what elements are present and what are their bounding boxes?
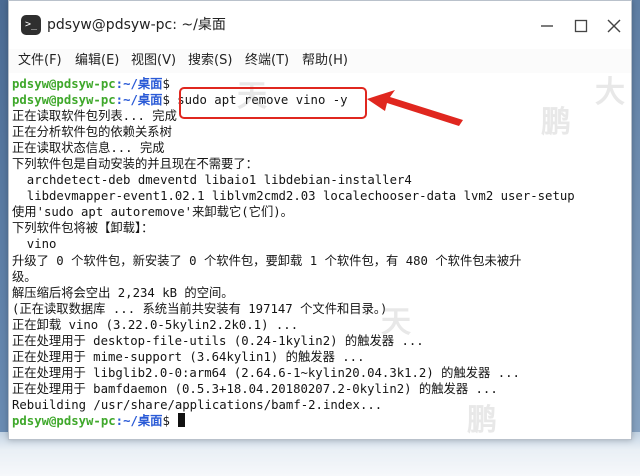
menu-help[interactable]: 帮助(H) xyxy=(302,52,348,70)
terminal-output-line: 正在处理用于 mime-support (3.64kylin1) 的触发器 ..… xyxy=(12,349,365,364)
prompt-user: pdsyw@pdsyw-pc xyxy=(12,413,116,428)
terminal-output-line: 正在处理用于 bamfdaemon (0.5.3+18.04.20180207.… xyxy=(12,381,498,396)
close-icon xyxy=(607,19,621,33)
prompt-path: ~/桌面 xyxy=(123,413,163,428)
terminal-output-line: 下列软件包将被【卸载】： xyxy=(12,221,154,236)
maximize-icon xyxy=(574,19,588,33)
terminal-output-line: 解压缩后将会空出 2,234 kB 的空间。 xyxy=(12,285,234,300)
terminal-output-line: 正在分析软件包的依赖关系树 xyxy=(12,125,172,140)
menu-search[interactable]: 搜索(S) xyxy=(188,52,232,70)
minimize-icon xyxy=(541,25,553,27)
prompt-separator: : xyxy=(115,413,124,428)
terminal-cursor xyxy=(178,412,186,427)
menu-file[interactable]: 文件(F) xyxy=(18,52,62,70)
annotation-arrow-icon xyxy=(367,90,463,126)
prompt-user: pdsyw@pdsyw-pc xyxy=(12,93,116,108)
terminal-output-line: Rebuilding /usr/share/applications/bamf-… xyxy=(12,397,383,412)
terminal-output-line: 升级了 0 个软件包，新安装了 0 个软件包，要卸载 1 个软件包，有 480 … xyxy=(12,253,522,268)
desktop-background-right xyxy=(632,0,640,476)
watermark-char: 大 xyxy=(595,75,625,110)
terminal-window: >_ pdsyw@pdsyw-pc: ~/桌面 文件(F) 编辑(E) 视图(V… xyxy=(8,0,632,440)
watermark-char: 天 xyxy=(381,305,411,340)
terminal-app-icon: >_ xyxy=(21,15,41,35)
command-highlight-box xyxy=(179,87,367,119)
terminal-output-line: 正在卸载 vino (3.22.0-5kylin2.2k0.1) ... xyxy=(12,317,299,332)
watermark-char: 鹏 xyxy=(541,105,571,140)
terminal-output[interactable]: pdsyw@pdsyw-pc:~/桌面$ pdsyw@pdsyw-pc:~/桌面$… xyxy=(9,73,631,439)
prompt-symbol: $ xyxy=(162,77,170,91)
menu-terminal[interactable]: 终端(T) xyxy=(245,52,289,70)
window-title: pdsyw@pdsyw-pc: ~/桌面 xyxy=(47,17,226,33)
close-button[interactable] xyxy=(603,15,625,37)
prompt-path: ~/桌面 xyxy=(123,77,163,91)
terminal-output-line: vino xyxy=(12,237,57,252)
menu-edit[interactable]: 编辑(E) xyxy=(75,52,119,70)
prompt-symbol: $ xyxy=(162,413,170,428)
menu-view[interactable]: 视图(V) xyxy=(131,52,176,70)
maximize-button[interactable] xyxy=(570,15,592,37)
title-bar[interactable]: >_ pdsyw@pdsyw-pc: ~/桌面 xyxy=(9,1,631,49)
prompt-separator: : xyxy=(115,77,124,91)
terminal-output-line: 使用'sudo apt autoremove'来卸载它(它们)。 xyxy=(12,205,293,220)
terminal-output-line: libdevmapper-event1.02.1 liblvm2cmd2.03 … xyxy=(12,189,575,204)
prompt-user: pdsyw@pdsyw-pc xyxy=(12,77,116,91)
watermark-char: 鹏 xyxy=(467,403,497,438)
terminal-output-line: 正在处理用于 libglib2.0-0:arm64 (2.64.6-1~kyli… xyxy=(12,365,520,380)
prompt-separator: : xyxy=(115,93,124,108)
terminal-output-line: 下列软件包是自动安装的并且现在不需要了： xyxy=(12,157,258,172)
terminal-output-line: 正在读取状态信息... 完成 xyxy=(12,141,165,156)
prompt-symbol: $ xyxy=(162,93,170,108)
prompt-path: ~/桌面 xyxy=(123,93,163,108)
terminal-output-line: archdetect-deb dmeventd libaio1 libdebia… xyxy=(12,173,412,188)
minimize-button[interactable] xyxy=(536,15,558,37)
terminal-output-line: 正在处理用于 desktop-file-utils (0.24-1kylin2)… xyxy=(12,333,424,348)
menu-bar: 文件(F) 编辑(E) 视图(V) 搜索(S) 终端(T) 帮助(H) xyxy=(9,49,631,73)
terminal-output-line: 级。 xyxy=(12,269,37,284)
terminal-output-line: (正在读取数据库 ... 系统当前共安装有 197147 个文件和目录。) xyxy=(12,301,388,316)
terminal-prompt-line: pdsyw@pdsyw-pc:~/桌面$ xyxy=(9,412,631,429)
